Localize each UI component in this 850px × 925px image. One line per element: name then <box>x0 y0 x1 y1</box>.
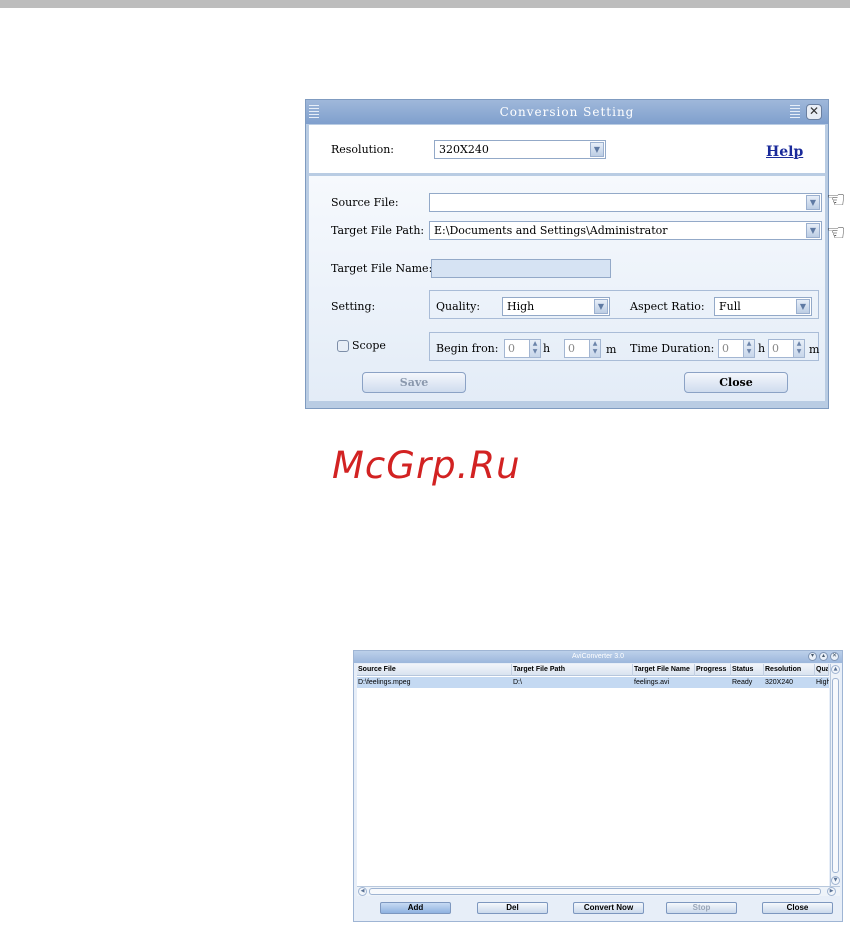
save-button[interactable]: Save <box>362 372 466 393</box>
column-header[interactable]: Resolution <box>764 664 815 676</box>
aspect-ratio-select[interactable]: Full ▼ <box>714 297 812 316</box>
avi-converter-window: AviConverter 3.0 ▾ ▴ ✕ Source File Targe… <box>353 650 843 922</box>
column-header[interactable]: Source File <box>357 664 512 676</box>
scope-checkbox[interactable] <box>337 340 349 352</box>
convert-now-button[interactable]: Convert Now <box>573 902 644 914</box>
add-button[interactable]: Add <box>380 902 451 914</box>
spinner-arrows-icon[interactable]: ▲ ▼ <box>589 340 600 357</box>
scroll-left-icon[interactable]: ◀ <box>358 887 367 896</box>
del-button[interactable]: Del <box>477 902 548 914</box>
spinner-arrows-icon[interactable]: ▲ ▼ <box>743 340 754 357</box>
aspect-ratio-value: Full <box>719 300 741 313</box>
chevron-down-icon[interactable]: ▼ <box>594 299 608 314</box>
job-table: Source File Target File Path Target File… <box>357 664 829 887</box>
grip-icon <box>790 105 800 119</box>
scroll-down-icon[interactable]: ▼ <box>831 876 840 885</box>
spinner-arrows-icon[interactable]: ▲ ▼ <box>529 340 540 357</box>
target-path-label: Target File Path: <box>331 224 425 237</box>
window-title: AviConverter 3.0 <box>354 651 842 663</box>
cell-progress <box>695 677 731 688</box>
conversion-setting-dialog: Conversion Setting ✕ Resolution: 320X240… <box>305 99 829 409</box>
target-name-label: Target File Name: <box>331 262 433 275</box>
minutes-unit: m <box>606 343 617 356</box>
cell-quality: High <box>816 679 829 686</box>
aspect-ratio-label: Aspect Ratio: <box>630 300 705 313</box>
source-file-field[interactable]: ▼ <box>429 193 822 212</box>
quality-value: High <box>507 300 535 313</box>
resolution-value: 320X240 <box>439 143 489 156</box>
setting-label: Setting: <box>331 300 376 313</box>
help-link[interactable]: Help <box>766 144 803 160</box>
scroll-up-icon[interactable]: ▲ <box>831 665 840 674</box>
quality-label: Quality: <box>436 300 481 313</box>
scroll-right-icon[interactable]: ▶ <box>827 887 836 896</box>
cell-resolution: 320X240 <box>765 679 794 686</box>
close-icon[interactable]: ✕ <box>830 652 839 661</box>
duration-minutes-stepper[interactable]: 0 ▲ ▼ <box>768 339 805 358</box>
duration-hours-stepper[interactable]: 0 ▲ ▼ <box>718 339 755 358</box>
top-bar <box>0 0 850 8</box>
target-path-value: E:\Documents and Settings\Administrator <box>434 224 668 237</box>
table-header: Source File Target File Path Target File… <box>357 664 829 676</box>
chevron-down-icon[interactable]: ▼ <box>590 142 604 157</box>
quality-select[interactable]: High ▼ <box>502 297 610 316</box>
vertical-scrollbar[interactable]: ▲ ▼ <box>830 664 840 887</box>
column-header[interactable]: Progress <box>695 664 731 676</box>
resolution-panel: Resolution: 320X240 ▼ <box>309 125 825 173</box>
chevron-down-icon[interactable]: ▼ <box>806 195 820 210</box>
chevron-down-icon[interactable]: ▼ <box>806 223 820 238</box>
watermark: McGrp.Ru <box>332 444 521 487</box>
file-settings-panel: Source File: ▼ Target File Path: E:\Docu… <box>309 176 825 401</box>
target-path-field[interactable]: E:\Documents and Settings\Administrator … <box>429 221 822 240</box>
setting-group: Quality: High ▼ Aspect Ratio: Full ▼ <box>429 290 819 319</box>
begin-hours-stepper[interactable]: 0 ▲ ▼ <box>504 339 541 358</box>
scope-group: Begin fron: 0 ▲ ▼ h 0 ▲ ▼ m Time Duration:… <box>429 332 819 361</box>
grip-icon <box>309 105 319 119</box>
column-header[interactable]: Status <box>731 664 764 676</box>
source-file-label: Source File: <box>331 196 399 209</box>
resolution-label: Resolution: <box>331 143 395 156</box>
cell-status: Ready <box>732 679 753 686</box>
target-name-field[interactable] <box>431 259 611 278</box>
cell-source-file: D:\feelings.mpeg <box>358 679 411 686</box>
chevron-down-icon[interactable]: ▼ <box>796 299 810 314</box>
minimize-icon[interactable]: ▾ <box>808 652 817 661</box>
scroll-thumb[interactable] <box>369 888 821 895</box>
time-duration-label: Time Duration: <box>630 342 715 355</box>
begin-minutes-stepper[interactable]: 0 ▲ ▼ <box>564 339 601 358</box>
cell-target-name: feelings.avi <box>634 679 670 686</box>
spinner-arrows-icon[interactable]: ▲ ▼ <box>793 340 804 357</box>
scroll-thumb[interactable] <box>832 678 839 873</box>
column-header[interactable]: Target File Name <box>633 664 695 676</box>
pointing-hand-icon: ☜ <box>826 188 846 213</box>
pointing-hand-icon: ☜ <box>826 221 846 246</box>
dialog-title: Conversion Setting <box>306 100 828 124</box>
close-button[interactable]: Close <box>684 372 788 393</box>
table-row[interactable]: D:\feelings.mpeg D:\ feelings.avi Ready … <box>357 677 829 688</box>
resolution-select[interactable]: 320X240 ▼ <box>434 140 606 159</box>
begin-from-label: Begin fron: <box>436 342 499 355</box>
stop-button[interactable]: Stop <box>666 902 737 914</box>
cell-target-path: D:\ <box>513 679 522 686</box>
horizontal-scrollbar[interactable]: ◀ ▶ <box>357 886 840 896</box>
hours-unit: h <box>758 342 766 355</box>
restore-icon[interactable]: ▴ <box>819 652 828 661</box>
minutes-unit: m <box>809 343 820 356</box>
scope-label: Scope <box>352 339 386 352</box>
column-header[interactable]: Target File Path <box>512 664 633 676</box>
close-button[interactable]: Close <box>762 902 833 914</box>
hours-unit: h <box>543 342 551 355</box>
close-icon[interactable]: ✕ <box>806 104 822 120</box>
column-header[interactable]: Qual <box>815 664 829 676</box>
